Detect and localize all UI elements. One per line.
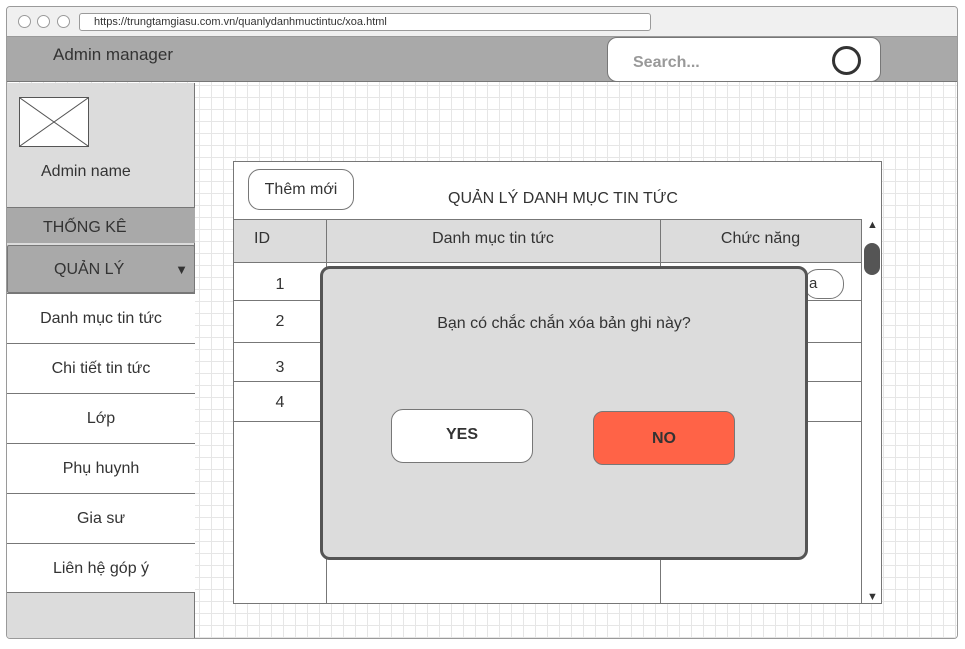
scroll-down-arrow-icon[interactable]: ▼: [867, 591, 878, 603]
sidebar-item-manage[interactable]: QUẢN LÝ ▼: [7, 245, 195, 293]
scrollbar-thumb[interactable]: [864, 243, 880, 275]
sidebar: Admin name THỐNG KÊ QUẢN LÝ ▼ Danh mục t…: [7, 83, 195, 638]
no-button[interactable]: NO: [593, 411, 735, 465]
window-minimize-dot-icon[interactable]: [37, 15, 50, 28]
caret-down-icon[interactable]: ▼: [175, 262, 188, 277]
sidebar-item-tutor[interactable]: Gia sư: [7, 493, 195, 543]
page-viewport: Admin manager Search... Admin name THỐNG…: [7, 37, 957, 638]
table-scrollbar[interactable]: ▲ ▼: [861, 219, 881, 603]
browser-toolbar: https://trungtamgiasu.com.vn/quanlydanhm…: [7, 7, 957, 37]
top-header: Admin manager Search...: [7, 37, 957, 82]
table-header: ID Danh mục tin tức Chức năng: [234, 219, 861, 263]
add-new-button[interactable]: Thêm mới: [248, 169, 354, 210]
delete-confirm-dialog: Bạn có chắc chắn xóa bản ghi này? YES NO: [320, 266, 808, 560]
search-box[interactable]: Search...: [607, 37, 881, 82]
admin-name: Admin name: [41, 163, 131, 180]
column-header-actions[interactable]: Chức năng: [660, 220, 861, 262]
sidebar-item-class[interactable]: Lớp: [7, 393, 195, 443]
column-header-category[interactable]: Danh mục tin tức: [326, 220, 660, 262]
table-row-id: 2: [275, 313, 285, 330]
table-row-id: 1: [275, 276, 285, 293]
app-title: Admin manager: [53, 45, 174, 64]
column-header-id[interactable]: ID: [234, 220, 326, 262]
table-row-id: 4: [275, 394, 285, 411]
sidebar-manage-label: QUẢN LÝ: [54, 261, 125, 278]
sidebar-item-feedback[interactable]: Liên hệ góp ý: [7, 543, 195, 593]
window-maximize-dot-icon[interactable]: [57, 15, 70, 28]
search-icon[interactable]: [832, 46, 861, 75]
scroll-up-arrow-icon[interactable]: ▲: [867, 219, 878, 231]
image-placeholder-icon: [19, 97, 89, 147]
browser-window: https://trungtamgiasu.com.vn/quanlydanhm…: [6, 6, 958, 639]
avatar-cross-icon: [19, 97, 89, 147]
row-action-button[interactable]: a: [804, 269, 844, 299]
address-bar[interactable]: https://trungtamgiasu.com.vn/quanlydanhm…: [79, 13, 651, 31]
window-close-dot-icon[interactable]: [18, 15, 31, 28]
sidebar-item-news-category[interactable]: Danh mục tin tức: [7, 293, 195, 343]
sidebar-item-parent[interactable]: Phụ huynh: [7, 443, 195, 493]
yes-button[interactable]: YES: [391, 409, 533, 463]
sidebar-item-news-detail[interactable]: Chi tiết tin tức: [7, 343, 195, 393]
table-row-id: 3: [275, 359, 285, 376]
dialog-message: Bạn có chắc chắn xóa bản ghi này?: [437, 315, 691, 332]
sidebar-item-stats[interactable]: THỐNG KÊ: [7, 207, 195, 243]
search-input[interactable]: Search...: [633, 54, 700, 72]
page-title: QUẢN LÝ DANH MỤC TIN TỨC: [448, 190, 678, 207]
